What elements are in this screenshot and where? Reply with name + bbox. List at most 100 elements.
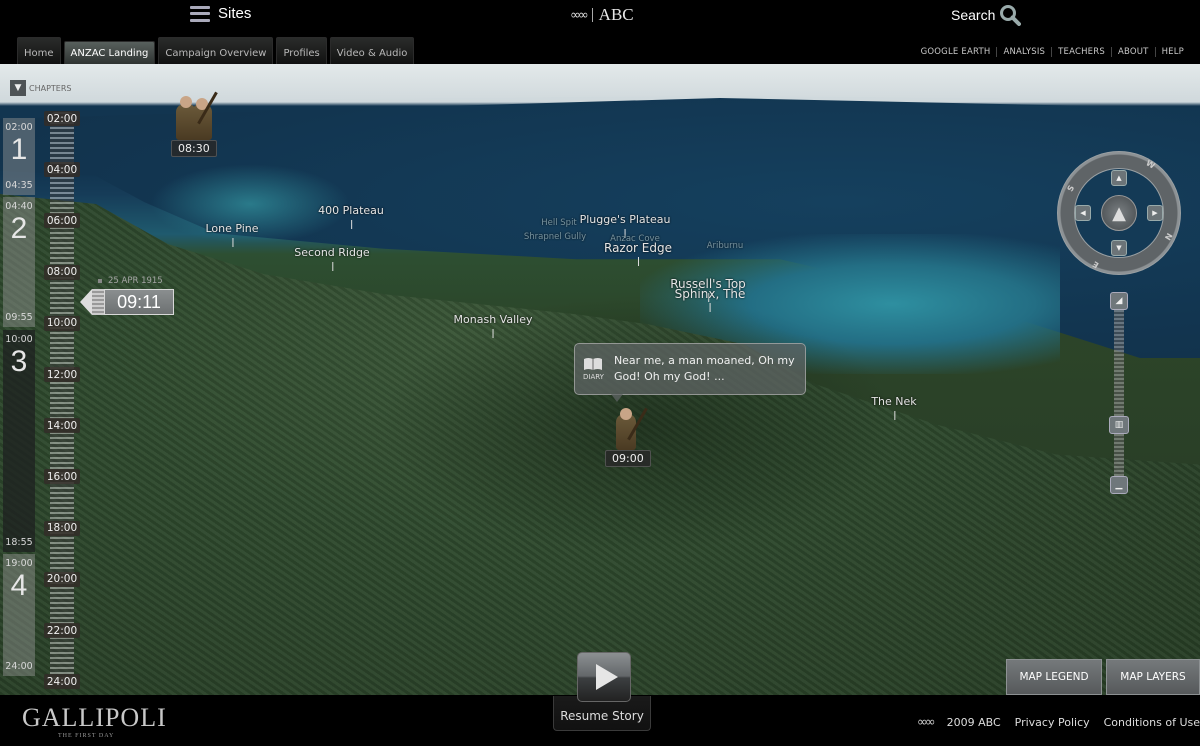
play-button[interactable] [577,652,631,702]
sites-menu-button[interactable]: Sites [190,5,251,22]
tab-label: Campaign Overview [165,48,267,59]
top-header: Sites ∞∞ ABC Search Home ANZAC Landing C… [0,0,1200,64]
timeline-hour-label[interactable]: 08:00 [44,264,80,280]
tab-home[interactable]: Home [17,37,61,64]
place-label[interactable]: Second Ridge [294,246,370,271]
play-icon [595,664,618,690]
timeline-hour-label[interactable]: 06:00 [44,213,80,229]
abc-lissajous-icon: ∞∞ [570,7,589,23]
place-label[interactable]: Lone Pine [205,222,259,247]
chapter-end: 18:55 [5,537,33,548]
chapter-1[interactable]: 02:00 1 04:35 [3,118,35,195]
character-marker[interactable]: 09:00 [605,402,651,467]
abc-lissajous-icon: ∞∞ [916,715,936,730]
timeline-hour-label[interactable]: 12:00 [44,367,80,382]
character-time: 09:00 [605,450,651,467]
map-legend-button[interactable]: MAP LEGEND [1006,659,1102,695]
tab-anzac-landing[interactable]: ANZAC Landing [63,41,156,64]
timeline-hour-label[interactable]: 04:00 [44,162,80,178]
gallipoli-logo[interactable]: GALLIPOLI THE FIRST DAY [22,703,167,739]
place-label[interactable]: Razor Edge [604,241,672,266]
place-label[interactable]: Hell Spit [541,218,577,228]
logo-divider [591,8,593,22]
tilt-view-button[interactable]: ◢ [1110,292,1128,310]
place-label[interactable]: Shrapnel Gully [524,232,586,242]
diary-label: DIARY [583,373,604,381]
chapter-number: 3 [10,345,28,378]
navigation-arrow-icon: ▲ [1112,202,1126,224]
chapter-end: 04:35 [5,180,33,191]
tab-video-audio[interactable]: Video & Audio [329,37,415,64]
timeline-hour-label[interactable]: 10:00 [44,315,80,331]
chapter-number: 2 [10,212,28,245]
pan-up-button[interactable]: ▲ [1111,170,1127,186]
flat-view-button[interactable]: ▁ [1110,476,1128,494]
diary-text: Near me, a man moaned, Oh my God! Oh my … [613,354,795,383]
pointer-left-icon [80,289,92,315]
link-google-earth[interactable]: GOOGLE EARTH [915,47,997,57]
place-label[interactable]: Sphinx, The [675,287,745,312]
grip-icon [92,289,104,315]
chapters-label: CHAPTERS [29,83,72,93]
tab-profiles[interactable]: Profiles [276,37,327,64]
chapter-4[interactable]: 19:00 4 24:00 [3,554,35,676]
place-label[interactable]: Ariburnu [707,241,744,251]
link-about[interactable]: ABOUT [1110,47,1155,57]
zoom-slider-handle[interactable]: ▥ [1109,416,1129,434]
chapter-start: 04:40 [5,201,33,212]
diary-popup[interactable]: DIARY Near me, a man moaned, Oh my God! … [574,343,806,402]
link-analysis[interactable]: ANALYSIS [996,47,1051,57]
chapter-end: 24:00 [5,661,33,672]
chapter-number: 4 [10,569,28,602]
place-label[interactable]: Monash Valley [454,313,532,338]
timeline-ruler[interactable] [50,112,74,687]
chapter-start: 19:00 [5,558,33,569]
place-label[interactable]: 400 Plateau [318,204,384,229]
chapter-3[interactable]: 10:00 3 18:55 [3,330,35,552]
tab-campaign-overview[interactable]: Campaign Overview [158,37,274,64]
pan-down-button[interactable]: ▼ [1111,240,1127,256]
book-icon [584,358,603,370]
footer-links: ∞∞ 2009 ABC Privacy Policy Conditions of… [917,715,1200,730]
brand-subtitle: THE FIRST DAY [58,733,115,739]
current-time-slider-handle[interactable]: 09:11 [80,289,174,315]
timeline-hour-label[interactable]: 18:00 [44,520,80,536]
compass-south: S [1065,183,1077,194]
timeline-hour-label[interactable]: 20:00 [44,571,80,587]
soldier-icon [606,402,650,450]
abc-logo[interactable]: ∞∞ ABC [570,5,634,25]
tab-label: Home [24,48,54,59]
brand-title: GALLIPOLI [22,703,167,732]
search-icon [1000,5,1022,26]
chevron-down-icon: ▼ [10,80,26,96]
timeline-hour-label[interactable]: 22:00 [44,623,80,638]
character-time: 08:30 [171,140,217,157]
abc-logo-text: ABC [598,5,634,24]
link-help[interactable]: HELP [1154,47,1190,57]
sites-label: Sites [218,5,252,22]
zoom-slider[interactable] [1114,298,1124,490]
place-label[interactable]: Plugge's Plateau [580,213,670,238]
north-reset-button[interactable]: ▲ [1101,195,1137,231]
map-viewport[interactable]: ▼ CHAPTERS 02:00 1 04:35 04:40 2 09:55 1… [0,64,1200,695]
chapter-2[interactable]: 04:40 2 09:55 [3,197,35,327]
map-layers-button[interactable]: MAP LAYERS [1106,659,1200,695]
current-time: 09:11 [104,289,174,315]
timeline-hour-label[interactable]: 24:00 [44,674,80,690]
timeline-hour-label[interactable]: 02:00 [44,111,80,126]
chapters-toggle[interactable]: ▼ CHAPTERS [10,80,71,96]
search-button[interactable]: Search [951,4,1022,26]
character-marker[interactable]: 08:30 [171,91,218,157]
privacy-policy-link[interactable]: Privacy Policy [1015,716,1090,729]
pan-right-button[interactable]: ▶ [1147,205,1163,221]
tab-label: ANZAC Landing [70,48,149,59]
compass-control[interactable]: W S N E ▲ ◀ ▶ ▼ ▲ [1057,151,1181,275]
timeline-hour-label[interactable]: 14:00 [44,418,80,434]
timeline-hour-label[interactable]: 16:00 [44,469,80,485]
place-label[interactable]: The Nek [871,395,917,420]
compass-north: N [1162,231,1174,242]
pan-left-button[interactable]: ◀ [1075,205,1091,221]
conditions-of-use-link[interactable]: Conditions of Use [1104,716,1200,729]
link-teachers[interactable]: TEACHERS [1051,47,1111,57]
flat-view-icon: ▁ [1115,480,1123,490]
